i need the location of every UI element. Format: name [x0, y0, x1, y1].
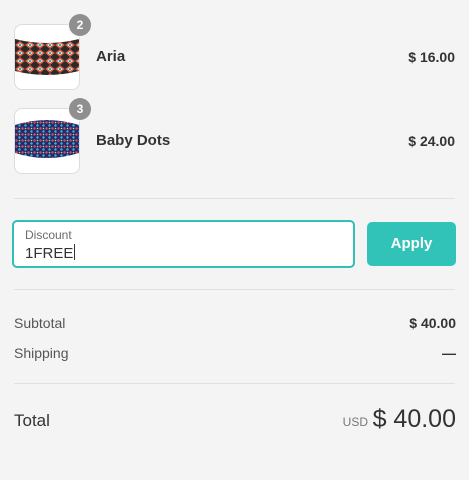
cart-item: 3 Baby Dots $ 24.00 — [14, 98, 455, 176]
shipping-value: — — [442, 345, 456, 361]
quantity-badge: 3 — [69, 98, 91, 120]
product-name: Baby Dots — [96, 132, 171, 149]
product-price: $ 16.00 — [408, 49, 455, 65]
subtotal-value: $ 40.00 — [409, 315, 456, 331]
headband-aztec-image — [15, 39, 79, 75]
apply-button[interactable]: Apply — [367, 222, 456, 266]
product-thumbnail — [14, 24, 80, 90]
product-thumbnail — [14, 108, 80, 174]
product-name: Aria — [96, 48, 126, 65]
currency-code: USD — [342, 415, 368, 429]
total-value: $ 40.00 — [372, 405, 456, 433]
shipping-label: Shipping — [14, 345, 69, 361]
headband-dots-image — [15, 120, 79, 158]
discount-value[interactable]: 1FREE — [25, 244, 76, 262]
cart-item: 2 Aria $ 16.00 — [14, 14, 455, 92]
total-label: Total — [14, 411, 50, 430]
subtotal-label: Subtotal — [14, 315, 66, 331]
discount-label: Discount — [25, 228, 72, 242]
divider — [14, 198, 455, 199]
quantity-badge: 2 — [69, 14, 91, 36]
text-caret — [74, 244, 76, 260]
discount-input[interactable]: Discount 1FREE — [12, 220, 355, 268]
divider — [14, 383, 455, 384]
product-price: $ 24.00 — [408, 133, 455, 149]
divider — [14, 289, 455, 290]
